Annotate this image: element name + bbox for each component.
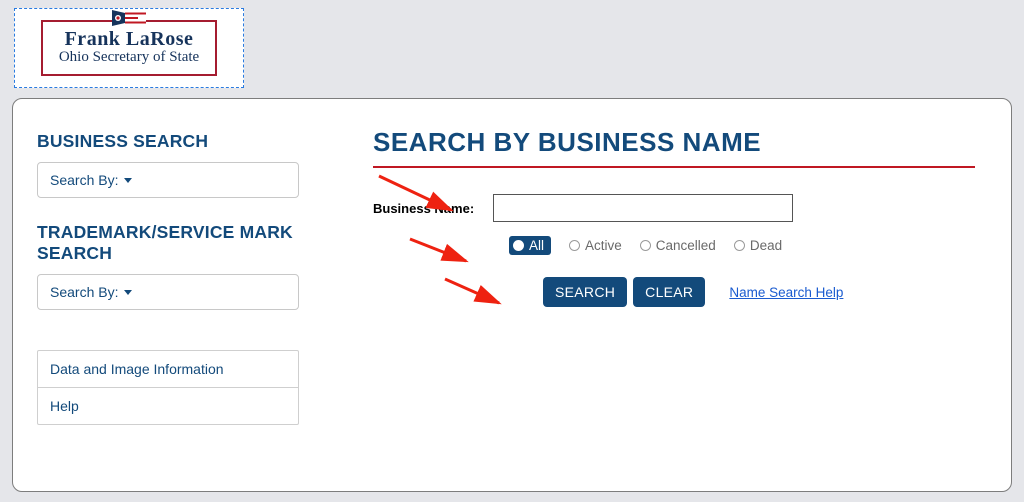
radio-icon: [640, 240, 651, 251]
page-title: SEARCH BY BUSINESS NAME: [373, 127, 987, 158]
status-filter-group: All Active Cancelled Dead: [509, 236, 987, 255]
dropdown-label: Search By:: [50, 172, 118, 188]
annotation-arrow-icon: [441, 275, 511, 311]
radio-icon: [734, 240, 745, 251]
chevron-down-icon: [124, 178, 132, 183]
main-panel: BUSINESS SEARCH Search By: TRADEMARK/SER…: [12, 98, 1012, 492]
filter-active-radio[interactable]: Active: [569, 238, 622, 253]
logo-subtitle: Ohio Secretary of State: [59, 49, 199, 66]
filter-dead-radio[interactable]: Dead: [734, 238, 782, 253]
business-name-label: Business Name:: [373, 201, 493, 216]
sidebar-item-data-image[interactable]: Data and Image Information: [38, 351, 298, 387]
trademark-search-by-dropdown[interactable]: Search By:: [37, 274, 299, 310]
annotation-arrow-icon: [406, 235, 476, 269]
chevron-down-icon: [124, 290, 132, 295]
radio-icon: [513, 240, 524, 251]
filter-label: Cancelled: [656, 238, 716, 253]
title-divider: [373, 166, 975, 168]
sidebar-item-help[interactable]: Help: [38, 387, 298, 424]
site-logo[interactable]: Frank LaRose Ohio Secretary of State: [14, 8, 244, 88]
dropdown-label: Search By:: [50, 284, 118, 300]
search-button[interactable]: SEARCH: [543, 277, 627, 307]
ohio-flag-icon: [112, 10, 146, 26]
business-name-input[interactable]: [493, 194, 793, 222]
radio-icon: [569, 240, 580, 251]
filter-cancelled-radio[interactable]: Cancelled: [640, 238, 716, 253]
business-name-row: Business Name:: [373, 194, 987, 222]
filter-label: All: [529, 238, 544, 253]
filter-all-radio[interactable]: All: [509, 236, 551, 255]
logo-name: Frank LaRose: [59, 28, 199, 51]
main-content: SEARCH BY BUSINESS NAME Business Name: A…: [313, 125, 987, 473]
sidebar: BUSINESS SEARCH Search By: TRADEMARK/SER…: [37, 125, 313, 473]
name-search-help-link[interactable]: Name Search Help: [729, 285, 843, 300]
sidebar-links: Data and Image Information Help: [37, 350, 299, 425]
filter-label: Active: [585, 238, 622, 253]
business-search-by-dropdown[interactable]: Search By:: [37, 162, 299, 198]
action-row: SEARCH CLEAR Name Search Help: [543, 277, 987, 307]
business-search-heading: BUSINESS SEARCH: [37, 131, 313, 152]
trademark-search-heading: TRADEMARK/SERVICE MARK SEARCH: [37, 222, 313, 264]
clear-button[interactable]: CLEAR: [633, 277, 705, 307]
filter-label: Dead: [750, 238, 782, 253]
